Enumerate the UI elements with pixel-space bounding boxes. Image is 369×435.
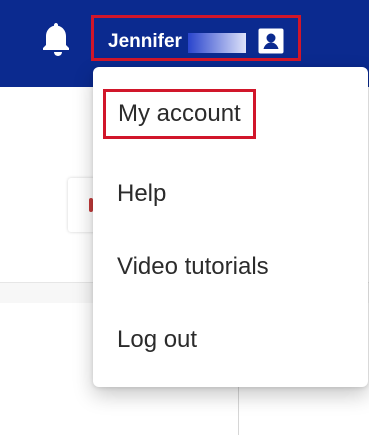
user-dropdown-menu: My account Help Video tutorials Log out — [93, 67, 368, 387]
user-menu-toggle[interactable]: Jennifer — [91, 15, 301, 61]
menu-item-label: Log out — [117, 326, 198, 353]
menu-item-help[interactable]: Help — [93, 165, 368, 223]
profile-card-icon-svg — [258, 28, 284, 54]
menu-item-log-out[interactable]: Log out — [93, 311, 368, 369]
profile-card-icon — [258, 28, 284, 54]
menu-item-label: My account — [103, 89, 256, 139]
menu-item-my-account[interactable]: My account — [93, 85, 368, 143]
background-right-panel-edge — [238, 385, 239, 435]
menu-item-label: Video tutorials — [117, 253, 269, 280]
redacted-name-mask — [188, 33, 246, 53]
bell-icon[interactable] — [42, 22, 74, 58]
bell-icon-svg — [43, 23, 69, 56]
user-name: Jennifer — [108, 31, 182, 52]
menu-item-label: Help — [117, 180, 167, 207]
menu-item-video-tutorials[interactable]: Video tutorials — [93, 238, 368, 296]
